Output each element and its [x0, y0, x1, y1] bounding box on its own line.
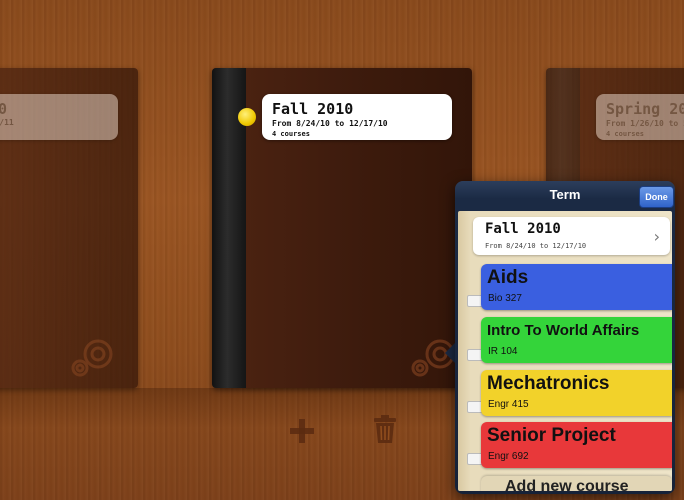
course-name: Mechatronics — [487, 373, 610, 394]
book-dates: 1/21/11 — [0, 118, 14, 127]
course-item[interactable]: Mechatronics Engr 415 — [481, 370, 672, 416]
course-item[interactable]: Senior Project Engr 692 — [481, 422, 672, 468]
term-popover: Term Done Fall 2010 From 8/24/10 to 12/1… — [455, 181, 675, 494]
book-label: Fall 2010 From 8/24/10 to 12/17/10 4 cou… — [262, 94, 452, 140]
book-course-count: 4 courses — [272, 130, 310, 138]
book-title: Spring 2010 — [606, 100, 684, 118]
book-course-count: 4 courses — [606, 130, 644, 138]
add-course-label: Add new course — [505, 478, 629, 491]
book-label: 010 1/21/11 — [0, 94, 118, 140]
course-code: IR 104 — [488, 346, 518, 357]
book-dates: From 8/24/10 to 12/17/10 — [272, 119, 388, 128]
book-current-term[interactable]: Fall 2010 From 8/24/10 to 12/17/10 4 cou… — [212, 68, 472, 388]
course-item[interactable]: Intro To World Affairs IR 104 — [481, 317, 672, 363]
course-name: Aids — [487, 267, 529, 288]
book-label: Spring 2010 From 1/26/10 to 5 4 courses — [596, 94, 684, 140]
book-previous-term[interactable]: 010 1/21/11 — [0, 68, 138, 388]
course-name: Senior Project — [487, 425, 616, 446]
course-code: Engr 415 — [488, 399, 529, 410]
term-title: Fall 2010 — [485, 221, 561, 237]
course-code: Engr 692 — [488, 451, 529, 462]
plus-icon[interactable] — [288, 417, 316, 445]
add-course-button[interactable]: Add new course — [481, 476, 672, 491]
course-name: Intro To World Affairs — [487, 322, 640, 339]
book-title: 010 — [0, 100, 8, 118]
popover-content: Fall 2010 From 8/24/10 to 12/17/10 › Aid… — [458, 211, 672, 491]
chevron-right-icon: › — [653, 227, 660, 246]
book-dates: From 1/26/10 to 5 — [606, 119, 684, 128]
trash-icon[interactable] — [372, 414, 398, 444]
course-code: Bio 327 — [488, 293, 522, 304]
book-title: Fall 2010 — [272, 100, 354, 118]
term-selector[interactable]: Fall 2010 From 8/24/10 to 12/17/10 › — [473, 217, 670, 255]
gear-icon — [71, 339, 113, 377]
done-button[interactable]: Done — [639, 186, 674, 208]
course-item[interactable]: Aids Bio 327 — [481, 264, 672, 310]
term-dates: From 8/24/10 to 12/17/10 — [485, 242, 587, 250]
selected-indicator-icon — [238, 108, 256, 126]
